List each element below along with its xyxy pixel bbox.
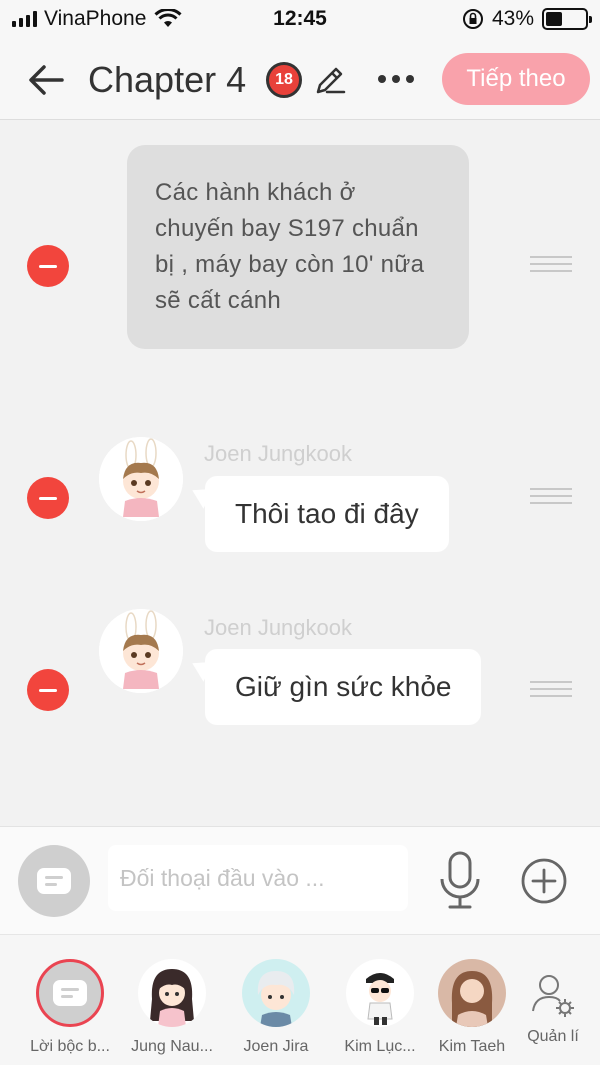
rotation-lock-icon (462, 9, 483, 29)
manage-label: Quản lí (527, 1028, 579, 1045)
microphone-icon[interactable] (436, 849, 484, 913)
user-settings-icon (532, 975, 574, 1017)
drag-handle-icon[interactable] (530, 256, 572, 272)
drag-handle-icon[interactable] (530, 681, 572, 697)
dot-icon (406, 75, 414, 83)
avatar (438, 959, 506, 1027)
chapter-title: Chapter 4 (88, 59, 247, 100)
dot-icon (378, 75, 386, 83)
delete-message-button[interactable] (27, 477, 69, 519)
avatar[interactable] (99, 609, 183, 693)
character-name: Kim Taeh (438, 1038, 506, 1055)
battery-icon (542, 8, 592, 30)
narration-avatar (36, 959, 104, 1027)
dialog-bubble[interactable]: Giữ gìn sức khỏe (205, 649, 482, 725)
chat-icon (37, 868, 71, 894)
back-arrow-icon[interactable] (24, 58, 68, 102)
speaker-name: Joen Jungkook (204, 615, 352, 640)
avatar[interactable] (99, 437, 183, 521)
character-item[interactable]: Kim Taeh (426, 959, 518, 1056)
bunny-boy-avatar-icon (99, 609, 183, 693)
character-name: Joen Jira (243, 1038, 309, 1055)
edit-pencil-icon[interactable] (312, 62, 348, 98)
character-item[interactable]: Lời bộc b... (24, 959, 116, 1056)
chapter-header: Chapter 4 18 Tiếp theo (0, 40, 600, 120)
story-content[interactable]: Các hành khách ở chuyến bay S197 chuẩn b… (0, 121, 600, 826)
silver-hair-boy-avatar-icon (242, 959, 310, 1027)
manage-characters-button[interactable]: Quản lí (518, 971, 588, 1046)
more-options-button[interactable] (372, 64, 420, 94)
message-row: Các hành khách ở chuyến bay S197 chuẩn b… (0, 121, 600, 381)
battery-percent: 43% (491, 7, 534, 30)
character-name: Jung Nau... (131, 1038, 213, 1055)
avatar (346, 959, 414, 1027)
narration-mode-button[interactable] (18, 845, 90, 917)
status-right: 43% (462, 7, 592, 31)
avatar (242, 959, 310, 1027)
delete-message-button[interactable] (27, 245, 69, 287)
minus-icon (39, 496, 57, 500)
drag-handle-icon[interactable] (530, 488, 572, 504)
speaker-name: Joen Jungkook (204, 441, 352, 466)
minus-icon (39, 688, 57, 692)
add-circle-icon[interactable] (520, 857, 568, 905)
minus-icon (39, 264, 57, 268)
character-name: Kim Lục... (344, 1038, 416, 1055)
character-item[interactable]: Jung Nau... (126, 959, 218, 1056)
character-item[interactable]: Kim Lục... (334, 959, 426, 1056)
dialog-input[interactable] (108, 845, 408, 911)
avatar (138, 959, 206, 1027)
girl-photo-avatar-icon (438, 959, 506, 1027)
status-bar: VinaPhone 12:45 43% (0, 0, 600, 40)
message-row: Joen Jungkook Giữ gìn sức khỏe (0, 593, 600, 743)
character-name: Lời bộc b... (30, 1038, 110, 1055)
bunny-boy-avatar-icon (99, 437, 183, 521)
age-rating-badge: 18 (266, 62, 302, 98)
sunglasses-boy-avatar-icon (346, 959, 414, 1027)
dialog-bubble[interactable]: Thôi tao đi đây (205, 476, 449, 552)
input-bar (0, 826, 600, 934)
dot-icon (392, 75, 400, 83)
delete-message-button[interactable] (27, 669, 69, 711)
message-row: Joen Jungkook Thôi tao đi đây (0, 421, 600, 571)
next-chapter-button[interactable]: Tiếp theo (442, 53, 590, 105)
character-bar: Lời bộc b... Jung Nau... Joen Jira Kim L… (0, 934, 600, 1065)
chat-icon (53, 980, 87, 1006)
narration-bubble[interactable]: Các hành khách ở chuyến bay S197 chuẩn b… (127, 145, 469, 349)
character-item[interactable]: Joen Jira (230, 959, 322, 1056)
girl-avatar-icon (138, 959, 206, 1027)
